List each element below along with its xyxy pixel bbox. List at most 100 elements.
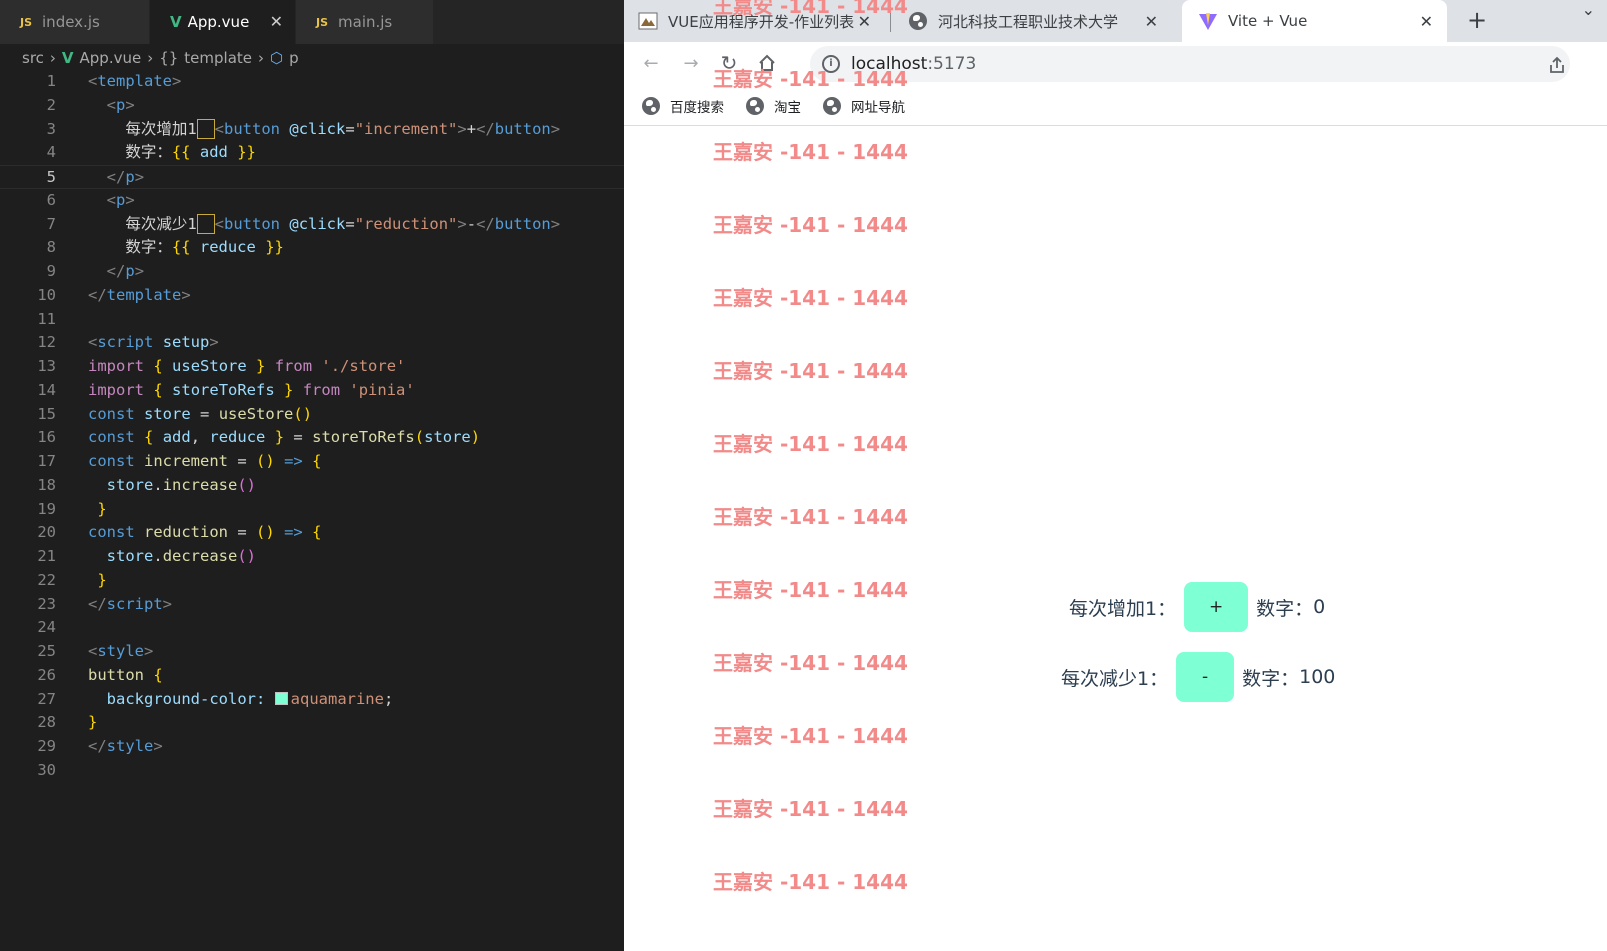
line-number: 18 [37, 475, 56, 494]
browser-tab-label: Vite + Vue [1228, 12, 1308, 30]
code-line: 18 store.increase() [0, 474, 624, 498]
chevron-right-icon: › [258, 49, 265, 67]
breadcrumb-template[interactable]: template [184, 49, 252, 67]
line-number: 24 [37, 618, 56, 637]
code-token: store [424, 428, 471, 447]
code-line: 24 [0, 616, 624, 640]
code-token: @click [289, 214, 346, 233]
browser-tab-university[interactable]: 河北科技工程职业技术大学 ✕ [904, 0, 1166, 42]
code-line: 3 每次增加1 <button @click="increment">+</but… [0, 118, 624, 142]
globe-icon [746, 96, 764, 115]
browser-tab-vite-vue[interactable]: Vite + Vue ✕ [1182, 0, 1447, 42]
code-line: 19 } [0, 498, 624, 522]
breadcrumb-file[interactable]: App.vue [80, 49, 142, 67]
code-token: 每次减少1 [125, 214, 197, 233]
code-line: 29 </style> [0, 735, 624, 759]
code-token: reduction [364, 214, 449, 233]
code-token: reduce [199, 238, 256, 257]
globe-icon [823, 96, 841, 115]
close-icon[interactable]: ✕ [270, 12, 283, 31]
line-number: 9 [46, 262, 56, 280]
code-token: useStore [218, 404, 294, 423]
code-line: 16 const { add, reduce } = storeToRefs(st… [0, 426, 624, 450]
code-area[interactable]: 1 <template> 2 <p> 3 每次增加1 <button @click=… [0, 70, 624, 783]
code-token: template [106, 285, 182, 304]
code-token: style [106, 737, 154, 755]
tab-search-chevron-icon[interactable]: ⌄ [1582, 0, 1595, 19]
code-token: " [448, 119, 458, 138]
new-tab-button[interactable]: + [1467, 6, 1487, 34]
code-token: => [284, 452, 303, 470]
line-number: 26 [37, 665, 56, 684]
code-line: 20 const reduction = () => { [0, 521, 624, 545]
watermark-text: 王嘉安 -141 - 1444 [713, 432, 908, 456]
code-token: = [345, 214, 355, 233]
code-token: decrease [162, 547, 238, 565]
breadcrumb: src › V App.vue › {} template › ⬡ p [0, 44, 624, 72]
code-line: 30 [0, 759, 624, 783]
bookmark-baidu[interactable]: 百度搜索 [642, 96, 724, 116]
line-number: 1 [46, 72, 56, 90]
bookmarks-bar: 百度搜索 淘宝 网址导航 [624, 86, 1607, 126]
code-token: const [88, 404, 135, 423]
code-line: 4 数字：{{ add }} [0, 141, 624, 165]
globe-icon [642, 96, 660, 115]
code-token: style [97, 642, 145, 660]
code-token: const [88, 523, 135, 542]
address-bar[interactable]: i localhost:5173 [810, 46, 1570, 82]
line-number: 30 [37, 760, 56, 779]
line-number: 25 [37, 642, 56, 660]
line-number: 29 [37, 737, 56, 755]
code-token: " [354, 119, 365, 138]
increment-value: 0 [1313, 596, 1326, 618]
code-token: button [224, 214, 281, 233]
code-token: button [224, 119, 281, 138]
line-number: 2 [46, 95, 56, 114]
reduction-button[interactable]: - [1176, 652, 1235, 702]
code-token: storeToRefs [172, 380, 275, 399]
code-token: script [106, 594, 163, 613]
url-port: :5173 [927, 54, 977, 74]
braces-icon: {} [159, 49, 179, 67]
code-token: from [302, 380, 341, 399]
share-icon[interactable] [1548, 56, 1566, 79]
watermark-text: 王嘉安 -141 - 1444 [713, 578, 908, 602]
editor-tab-index-js[interactable]: JS index.js [0, 0, 150, 44]
code-token: + [466, 119, 477, 138]
code-token: const [88, 428, 135, 447]
back-arrow-icon[interactable]: ← [638, 50, 664, 76]
code-token: }} [265, 238, 284, 257]
editor-tab-label: index.js [42, 13, 100, 31]
line-number: 3 [46, 119, 56, 138]
bookmark-nav[interactable]: 网址导航 [823, 96, 905, 116]
bookmark-taobao[interactable]: 淘宝 [746, 96, 801, 116]
editor-tab-app-vue[interactable]: V App.vue ✕ [150, 0, 296, 44]
watermark-text: 王嘉安 -141 - 1444 [713, 505, 908, 529]
close-icon[interactable]: ✕ [1145, 12, 1158, 31]
code-token: increase [162, 475, 238, 494]
editor-tab-main-js[interactable]: JS main.js [296, 0, 434, 44]
line-number: 10 [37, 285, 56, 304]
forward-arrow-icon[interactable]: → [678, 50, 704, 76]
line-number: 12 [37, 333, 56, 352]
page-viewport: 每次增加1： + 数字： 0 每次减少1： - 数字： 100 [624, 127, 1607, 951]
breadcrumb-p[interactable]: p [289, 49, 299, 67]
code-token: useStore [172, 357, 247, 375]
increment-button[interactable]: + [1184, 582, 1249, 632]
breadcrumb-src[interactable]: src [22, 49, 44, 67]
code-token: aquamarine [290, 689, 384, 708]
chevron-right-icon: › [49, 49, 56, 67]
code-token: 数字： [125, 143, 172, 162]
color-swatch-icon[interactable] [274, 691, 288, 705]
close-icon[interactable]: ✕ [1420, 12, 1433, 31]
cube-icon: ⬡ [270, 49, 284, 67]
code-line: 6 <p> [0, 189, 624, 213]
code-line: 22 } [0, 569, 624, 593]
line-number: 21 [37, 547, 56, 565]
bookmark-label: 淘宝 [774, 99, 801, 116]
browser-window: VUE应用程序开发-作业列表 ✕ 河北科技工程职业技术大学 ✕ Vite + V… [624, 0, 1607, 951]
reduction-value: 100 [1299, 666, 1336, 688]
code-token: p [116, 95, 126, 114]
code-token: add [199, 143, 228, 162]
code-token: {{ [171, 238, 191, 257]
